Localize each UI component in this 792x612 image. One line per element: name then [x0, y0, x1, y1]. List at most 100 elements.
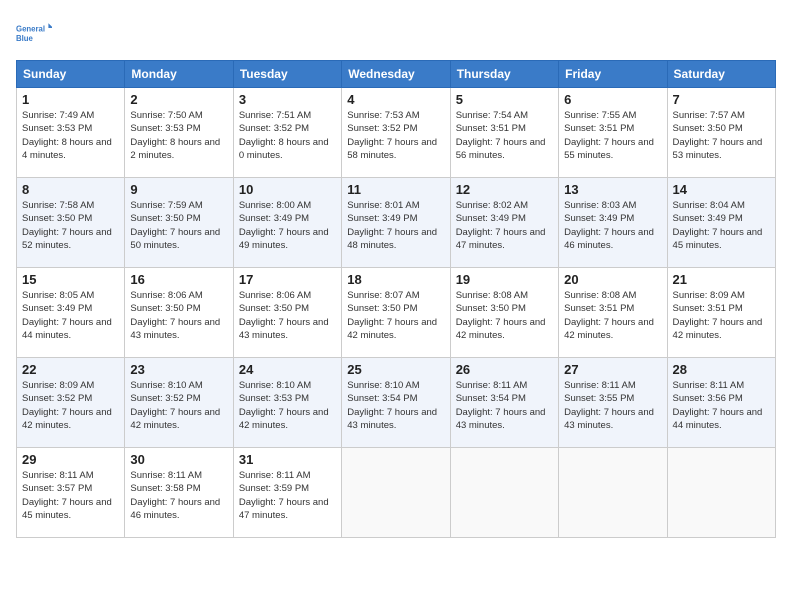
day-info: Sunrise: 8:08 AMSunset: 3:50 PMDaylight:…: [456, 289, 553, 342]
day-info: Sunrise: 8:01 AMSunset: 3:49 PMDaylight:…: [347, 199, 444, 252]
day-info: Sunrise: 7:57 AMSunset: 3:50 PMDaylight:…: [673, 109, 770, 162]
day-info: Sunrise: 8:11 AMSunset: 3:55 PMDaylight:…: [564, 379, 661, 432]
calendar-cell: [342, 448, 450, 538]
calendar-cell: 6 Sunrise: 7:55 AMSunset: 3:51 PMDayligh…: [559, 88, 667, 178]
calendar-cell: 20 Sunrise: 8:08 AMSunset: 3:51 PMDaylig…: [559, 268, 667, 358]
calendar-table: SundayMondayTuesdayWednesdayThursdayFrid…: [16, 60, 776, 538]
calendar-cell: 25 Sunrise: 8:10 AMSunset: 3:54 PMDaylig…: [342, 358, 450, 448]
day-number: 26: [456, 362, 553, 377]
calendar-cell: 7 Sunrise: 7:57 AMSunset: 3:50 PMDayligh…: [667, 88, 775, 178]
day-number: 9: [130, 182, 227, 197]
calendar-cell: 28 Sunrise: 8:11 AMSunset: 3:56 PMDaylig…: [667, 358, 775, 448]
day-number: 6: [564, 92, 661, 107]
weekday-header-wednesday: Wednesday: [342, 61, 450, 88]
day-number: 18: [347, 272, 444, 287]
calendar-cell: 15 Sunrise: 8:05 AMSunset: 3:49 PMDaylig…: [17, 268, 125, 358]
day-info: Sunrise: 7:58 AMSunset: 3:50 PMDaylight:…: [22, 199, 119, 252]
calendar-cell: 1 Sunrise: 7:49 AMSunset: 3:53 PMDayligh…: [17, 88, 125, 178]
calendar-cell: 30 Sunrise: 8:11 AMSunset: 3:58 PMDaylig…: [125, 448, 233, 538]
calendar-cell: [667, 448, 775, 538]
week-row-1: 1 Sunrise: 7:49 AMSunset: 3:53 PMDayligh…: [17, 88, 776, 178]
day-number: 16: [130, 272, 227, 287]
calendar-cell: 29 Sunrise: 8:11 AMSunset: 3:57 PMDaylig…: [17, 448, 125, 538]
calendar-cell: 3 Sunrise: 7:51 AMSunset: 3:52 PMDayligh…: [233, 88, 341, 178]
week-row-4: 22 Sunrise: 8:09 AMSunset: 3:52 PMDaylig…: [17, 358, 776, 448]
calendar-cell: 27 Sunrise: 8:11 AMSunset: 3:55 PMDaylig…: [559, 358, 667, 448]
calendar-cell: [450, 448, 558, 538]
calendar-cell: 21 Sunrise: 8:09 AMSunset: 3:51 PMDaylig…: [667, 268, 775, 358]
day-number: 23: [130, 362, 227, 377]
calendar-cell: 24 Sunrise: 8:10 AMSunset: 3:53 PMDaylig…: [233, 358, 341, 448]
day-number: 3: [239, 92, 336, 107]
svg-text:Blue: Blue: [16, 34, 34, 43]
day-number: 21: [673, 272, 770, 287]
day-number: 25: [347, 362, 444, 377]
day-number: 28: [673, 362, 770, 377]
day-number: 13: [564, 182, 661, 197]
calendar-cell: 18 Sunrise: 8:07 AMSunset: 3:50 PMDaylig…: [342, 268, 450, 358]
page-header: General Blue: [16, 16, 776, 52]
day-number: 11: [347, 182, 444, 197]
day-info: Sunrise: 8:07 AMSunset: 3:50 PMDaylight:…: [347, 289, 444, 342]
day-number: 14: [673, 182, 770, 197]
logo: General Blue: [16, 16, 52, 52]
calendar-cell: 12 Sunrise: 8:02 AMSunset: 3:49 PMDaylig…: [450, 178, 558, 268]
weekday-header-friday: Friday: [559, 61, 667, 88]
day-number: 10: [239, 182, 336, 197]
day-info: Sunrise: 8:10 AMSunset: 3:52 PMDaylight:…: [130, 379, 227, 432]
day-number: 27: [564, 362, 661, 377]
weekday-header-thursday: Thursday: [450, 61, 558, 88]
day-info: Sunrise: 8:00 AMSunset: 3:49 PMDaylight:…: [239, 199, 336, 252]
day-info: Sunrise: 7:51 AMSunset: 3:52 PMDaylight:…: [239, 109, 336, 162]
calendar-cell: 23 Sunrise: 8:10 AMSunset: 3:52 PMDaylig…: [125, 358, 233, 448]
weekday-header-monday: Monday: [125, 61, 233, 88]
day-number: 5: [456, 92, 553, 107]
day-info: Sunrise: 8:11 AMSunset: 3:57 PMDaylight:…: [22, 469, 119, 522]
day-info: Sunrise: 8:02 AMSunset: 3:49 PMDaylight:…: [456, 199, 553, 252]
calendar-cell: 19 Sunrise: 8:08 AMSunset: 3:50 PMDaylig…: [450, 268, 558, 358]
day-info: Sunrise: 7:53 AMSunset: 3:52 PMDaylight:…: [347, 109, 444, 162]
week-row-3: 15 Sunrise: 8:05 AMSunset: 3:49 PMDaylig…: [17, 268, 776, 358]
calendar-cell: 22 Sunrise: 8:09 AMSunset: 3:52 PMDaylig…: [17, 358, 125, 448]
day-info: Sunrise: 7:55 AMSunset: 3:51 PMDaylight:…: [564, 109, 661, 162]
day-info: Sunrise: 8:11 AMSunset: 3:59 PMDaylight:…: [239, 469, 336, 522]
day-info: Sunrise: 7:49 AMSunset: 3:53 PMDaylight:…: [22, 109, 119, 162]
calendar-cell: 5 Sunrise: 7:54 AMSunset: 3:51 PMDayligh…: [450, 88, 558, 178]
calendar-cell: [559, 448, 667, 538]
calendar-cell: 16 Sunrise: 8:06 AMSunset: 3:50 PMDaylig…: [125, 268, 233, 358]
calendar-cell: 26 Sunrise: 8:11 AMSunset: 3:54 PMDaylig…: [450, 358, 558, 448]
day-info: Sunrise: 7:59 AMSunset: 3:50 PMDaylight:…: [130, 199, 227, 252]
day-number: 31: [239, 452, 336, 467]
calendar-cell: 11 Sunrise: 8:01 AMSunset: 3:49 PMDaylig…: [342, 178, 450, 268]
svg-text:General: General: [16, 25, 45, 34]
calendar-cell: 2 Sunrise: 7:50 AMSunset: 3:53 PMDayligh…: [125, 88, 233, 178]
day-info: Sunrise: 7:50 AMSunset: 3:53 PMDaylight:…: [130, 109, 227, 162]
day-info: Sunrise: 8:08 AMSunset: 3:51 PMDaylight:…: [564, 289, 661, 342]
day-number: 1: [22, 92, 119, 107]
day-info: Sunrise: 8:09 AMSunset: 3:52 PMDaylight:…: [22, 379, 119, 432]
weekday-header-row: SundayMondayTuesdayWednesdayThursdayFrid…: [17, 61, 776, 88]
calendar-cell: 10 Sunrise: 8:00 AMSunset: 3:49 PMDaylig…: [233, 178, 341, 268]
calendar-cell: 31 Sunrise: 8:11 AMSunset: 3:59 PMDaylig…: [233, 448, 341, 538]
calendar-cell: 14 Sunrise: 8:04 AMSunset: 3:49 PMDaylig…: [667, 178, 775, 268]
calendar-cell: 4 Sunrise: 7:53 AMSunset: 3:52 PMDayligh…: [342, 88, 450, 178]
weekday-header-tuesday: Tuesday: [233, 61, 341, 88]
day-info: Sunrise: 8:10 AMSunset: 3:53 PMDaylight:…: [239, 379, 336, 432]
day-number: 12: [456, 182, 553, 197]
day-number: 4: [347, 92, 444, 107]
day-info: Sunrise: 8:03 AMSunset: 3:49 PMDaylight:…: [564, 199, 661, 252]
day-number: 30: [130, 452, 227, 467]
day-info: Sunrise: 8:11 AMSunset: 3:58 PMDaylight:…: [130, 469, 227, 522]
day-info: Sunrise: 8:04 AMSunset: 3:49 PMDaylight:…: [673, 199, 770, 252]
day-info: Sunrise: 8:11 AMSunset: 3:56 PMDaylight:…: [673, 379, 770, 432]
calendar-cell: 13 Sunrise: 8:03 AMSunset: 3:49 PMDaylig…: [559, 178, 667, 268]
day-info: Sunrise: 8:10 AMSunset: 3:54 PMDaylight:…: [347, 379, 444, 432]
calendar-cell: 8 Sunrise: 7:58 AMSunset: 3:50 PMDayligh…: [17, 178, 125, 268]
day-number: 29: [22, 452, 119, 467]
day-number: 8: [22, 182, 119, 197]
day-info: Sunrise: 7:54 AMSunset: 3:51 PMDaylight:…: [456, 109, 553, 162]
weekday-header-saturday: Saturday: [667, 61, 775, 88]
day-number: 20: [564, 272, 661, 287]
week-row-5: 29 Sunrise: 8:11 AMSunset: 3:57 PMDaylig…: [17, 448, 776, 538]
day-number: 22: [22, 362, 119, 377]
